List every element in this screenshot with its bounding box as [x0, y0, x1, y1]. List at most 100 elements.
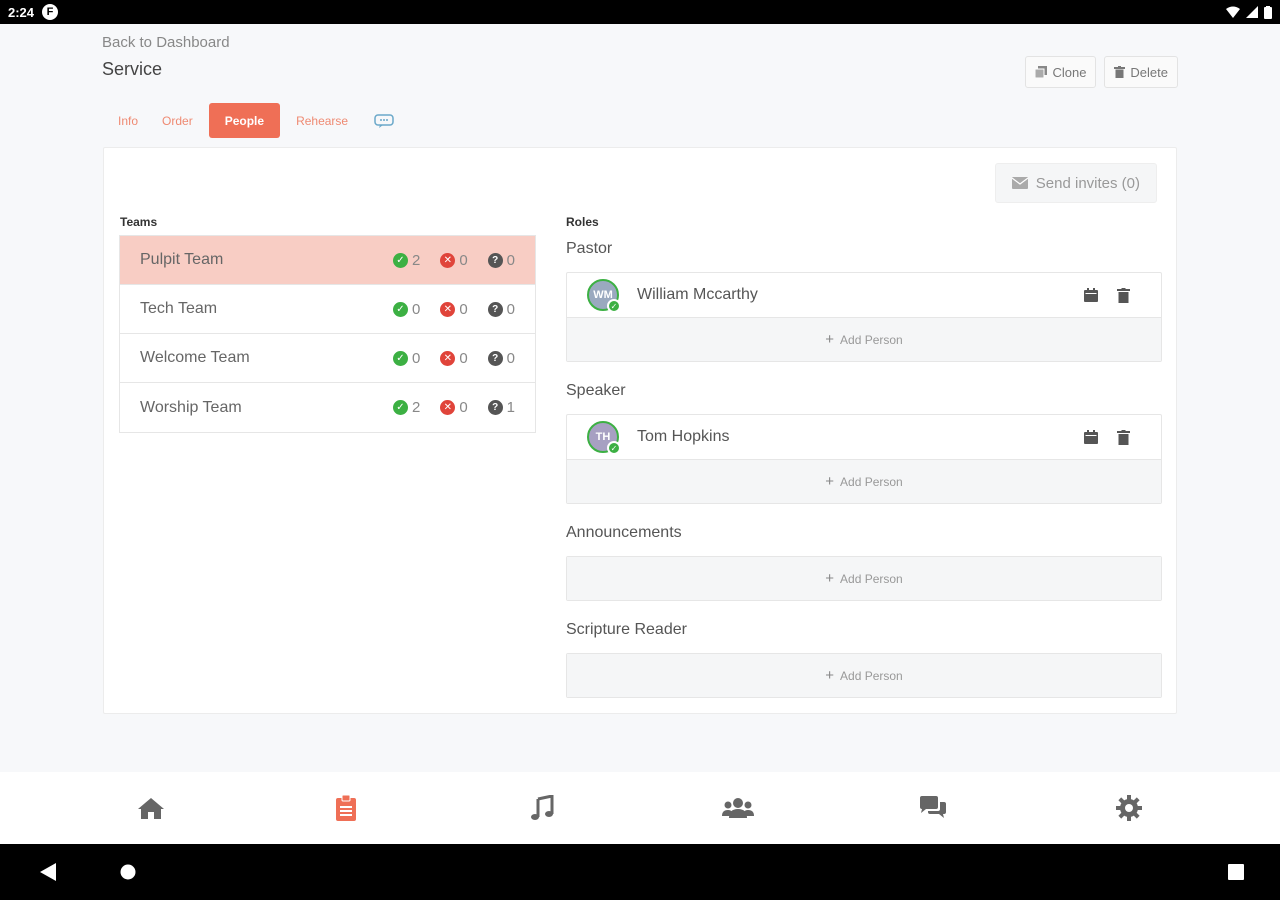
add-person-button[interactable]: + Add Person — [567, 654, 1161, 697]
plus-icon: + — [825, 570, 835, 587]
battery-icon — [1264, 5, 1272, 19]
person-name: Tom Hopkins — [637, 428, 730, 445]
nav-music[interactable] — [492, 795, 592, 821]
role-name-scripture-reader: Scripture Reader — [566, 621, 687, 638]
clock: 2:24 — [8, 4, 35, 20]
tab-info[interactable]: Info — [106, 103, 150, 138]
nav-chat[interactable] — [883, 796, 983, 820]
nav-home[interactable] — [101, 796, 201, 820]
role-box-scripture-reader: + Add Person — [566, 653, 1162, 698]
recents-icon[interactable] — [1228, 864, 1244, 880]
team-stats: ✓ 0 ✕ 0 ? 0 — [392, 300, 515, 318]
declined-count: 0 — [459, 300, 468, 318]
back-to-dashboard-link[interactable]: Back to Dashboard — [102, 34, 230, 51]
person-row: WM ✓ William Mccarthy — [567, 273, 1161, 318]
avatar: WM ✓ — [587, 279, 621, 313]
accepted-icon: ✓ — [392, 301, 408, 317]
team-row-tech[interactable]: Tech Team ✓ 0 ✕ 0 ? 0 — [120, 285, 535, 334]
confirmed-icon: ✓ — [607, 299, 621, 313]
declined-icon: ✕ — [440, 252, 456, 268]
role-name-pastor: Pastor — [566, 240, 613, 257]
declined-count: 0 — [459, 399, 468, 416]
accepted-icon: ✓ — [392, 252, 408, 268]
role-box-pastor: WM ✓ William Mccarthy + Add Person — [566, 272, 1162, 362]
declined-count: 0 — [459, 349, 468, 367]
pending-icon: ? — [487, 350, 503, 366]
trash-icon[interactable] — [1116, 429, 1131, 445]
add-person-label: Add Person — [840, 571, 903, 586]
add-person-label: Add Person — [840, 474, 903, 489]
pending-icon: ? — [487, 400, 503, 415]
bottom-nav — [0, 772, 1280, 844]
roles-list: Pastor WM ✓ William Mccarthy + Add Perso… — [566, 240, 1162, 718]
delete-button[interactable]: Delete — [1104, 56, 1178, 88]
pending-count: 1 — [506, 399, 515, 416]
tab-people[interactable]: People — [208, 103, 281, 138]
clone-button[interactable]: Clone — [1025, 56, 1097, 88]
plus-icon: + — [825, 667, 835, 684]
nav-settings[interactable] — [1079, 795, 1179, 821]
accepted-count: 2 — [411, 399, 421, 416]
team-row-pulpit[interactable]: Pulpit Team ✓ 2 ✕ 0 ? 0 — [120, 236, 535, 285]
signal-icon — [1246, 6, 1258, 18]
person-actions — [1083, 429, 1131, 445]
nav-people[interactable] — [688, 796, 788, 820]
team-name: Pulpit Team — [140, 251, 224, 268]
users-icon — [721, 798, 754, 818]
service-tabs: Info Order People Rehearse — [106, 103, 408, 138]
declined-count: 0 — [459, 251, 468, 269]
pending-icon: ? — [487, 301, 503, 317]
role-name-announcements: Announcements — [566, 524, 682, 541]
add-person-button[interactable]: + Add Person — [567, 318, 1161, 361]
tab-chat[interactable] — [360, 103, 408, 138]
accepted-count: 0 — [411, 300, 421, 318]
team-stats: ✓ 2 ✕ 0 ? 1 — [392, 399, 515, 416]
home-icon — [137, 798, 164, 819]
tab-order[interactable]: Order — [150, 103, 205, 138]
person-name: William Mccarthy — [637, 286, 758, 303]
back-icon[interactable] — [40, 863, 56, 881]
calendar-icon[interactable] — [1083, 288, 1098, 303]
add-person-label: Add Person — [840, 332, 903, 347]
home-button-icon[interactable] — [120, 864, 136, 880]
page-header: Back to Dashboard Service — [102, 34, 230, 80]
add-person-button[interactable]: + Add Person — [567, 460, 1161, 503]
trash-icon[interactable] — [1116, 287, 1131, 303]
avatar-initials: TH — [595, 431, 611, 443]
top-actions: Clone Delete — [1025, 56, 1178, 88]
trash-icon — [1114, 66, 1126, 78]
accepted-count: 0 — [411, 349, 421, 367]
copy-icon — [1035, 66, 1048, 78]
app-notification-icon: F — [42, 4, 59, 20]
accepted-icon: ✓ — [392, 400, 408, 415]
delete-label: Delete — [1130, 64, 1168, 80]
accepted-count: 2 — [411, 251, 421, 269]
roles-heading: Roles — [566, 215, 599, 229]
avatar: TH ✓ — [587, 421, 621, 455]
music-icon — [531, 795, 554, 820]
pending-count: 0 — [506, 300, 515, 318]
declined-icon: ✕ — [440, 350, 456, 366]
calendar-icon[interactable] — [1083, 430, 1098, 445]
nav-services[interactable] — [296, 795, 396, 821]
android-nav-bar — [0, 844, 1280, 900]
send-invites-button[interactable]: Send invites (0) — [994, 163, 1157, 203]
add-person-button[interactable]: + Add Person — [567, 557, 1161, 600]
clone-label: Clone — [1052, 64, 1087, 80]
role-box-announcements: + Add Person — [566, 556, 1162, 601]
declined-icon: ✕ — [440, 301, 456, 317]
tab-rehearse[interactable]: Rehearse — [284, 103, 360, 138]
send-invites-label: Send invites (0) — [1035, 174, 1140, 192]
plus-icon: + — [825, 473, 835, 490]
team-name: Tech Team — [140, 300, 218, 317]
teams-heading: Teams — [120, 215, 158, 229]
team-name: Worship Team — [140, 398, 242, 416]
page-title: Service — [102, 59, 163, 79]
pending-count: 0 — [506, 251, 515, 269]
system-indicators — [1226, 5, 1272, 19]
team-stats: ✓ 2 ✕ 0 ? 0 — [392, 251, 515, 269]
clipboard-icon — [336, 795, 357, 821]
team-row-welcome[interactable]: Welcome Team ✓ 0 ✕ 0 ? 0 — [120, 334, 535, 383]
add-person-label: Add Person — [840, 668, 903, 683]
team-row-worship[interactable]: Worship Team ✓ 2 ✕ 0 ? 1 — [120, 383, 535, 432]
